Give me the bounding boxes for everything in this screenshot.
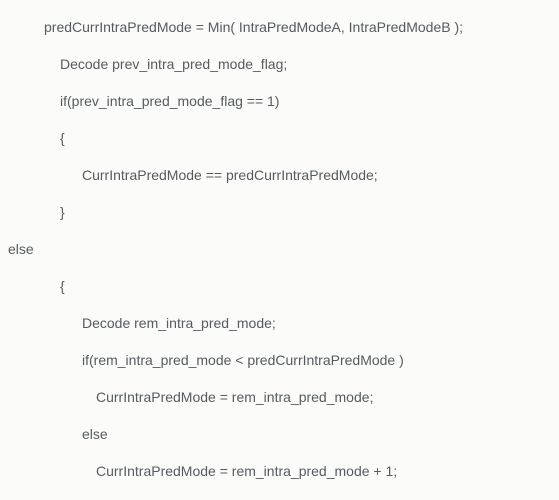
code-line: CurrIntraPredMode == predCurrIntraPredMo… bbox=[0, 168, 559, 182]
code-line: CurrIntraPredMode = rem_intra_pred_mode … bbox=[0, 464, 559, 478]
code-line: CurrIntraPredMode = rem_intra_pred_mode; bbox=[0, 390, 559, 404]
else-keyword: else bbox=[0, 242, 559, 256]
brace-open: { bbox=[0, 279, 559, 293]
code-line: predCurrIntraPredMode = Min( IntraPredMo… bbox=[0, 20, 559, 34]
else-keyword: else bbox=[0, 427, 559, 441]
code-line: Decode prev_intra_pred_mode_flag; bbox=[0, 57, 559, 71]
code-snippet: predCurrIntraPredMode = Min( IntraPredMo… bbox=[0, 0, 559, 500]
brace-close: } bbox=[0, 205, 559, 219]
brace-open: { bbox=[0, 131, 559, 145]
code-line: if(prev_intra_pred_mode_flag == 1) bbox=[0, 94, 559, 108]
code-line: Decode rem_intra_pred_mode; bbox=[0, 316, 559, 330]
code-line: if(rem_intra_pred_mode < predCurrIntraPr… bbox=[0, 353, 559, 367]
